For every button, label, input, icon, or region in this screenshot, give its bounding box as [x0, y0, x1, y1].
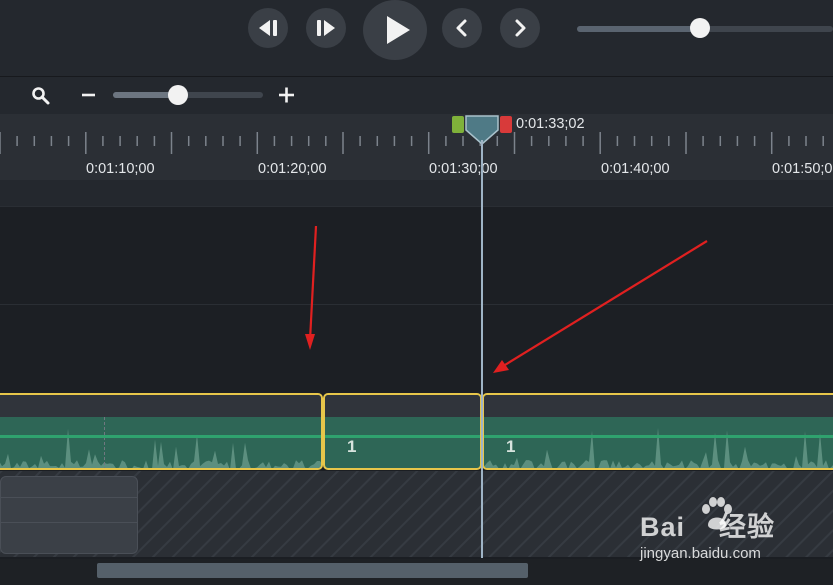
clip-label: 1	[347, 437, 357, 456]
zoom-slider-knob[interactable]	[168, 85, 188, 105]
volume-slider-fill	[577, 26, 701, 32]
clip-divider	[1, 522, 137, 523]
clip-split-marker	[104, 417, 105, 468]
clip-divider	[1, 497, 137, 498]
timeline-track-empty[interactable]	[0, 304, 833, 393]
magnifier-icon[interactable]	[30, 85, 52, 107]
ruler-tick-label: 0:01:50;0	[772, 161, 833, 177]
next-marker-button[interactable]	[500, 8, 540, 48]
watermark-brand: Bai 经验	[640, 505, 775, 544]
watermark-url: jingyan.baidu.com	[640, 545, 761, 562]
out-point-marker[interactable]	[500, 116, 512, 133]
chevron-left-icon	[456, 19, 467, 37]
ruler-tick-label: 0:01:20;00	[258, 161, 327, 177]
plus-icon[interactable]	[277, 85, 297, 105]
audio-clip[interactable]: 1	[323, 393, 482, 470]
chevron-right-icon	[515, 19, 526, 37]
minus-icon[interactable]	[80, 85, 98, 105]
ruler-tick-label: 0:01:40;00	[601, 161, 670, 177]
playhead-time: 0:01:33;02	[516, 116, 585, 132]
volume-line[interactable]	[484, 435, 833, 438]
previous-marker-button[interactable]	[442, 8, 482, 48]
scrollbar-thumb[interactable]	[97, 563, 528, 578]
track-header-band	[0, 180, 833, 206]
clip-label: 1	[506, 437, 516, 456]
ruler-tick-label: 0:01:10;00	[86, 161, 155, 177]
timeline-track-empty[interactable]	[0, 206, 833, 305]
step-back-button[interactable]	[248, 8, 288, 48]
step-forward-icon	[317, 20, 335, 36]
media-clip[interactable]	[0, 476, 138, 554]
volume-line[interactable]	[0, 435, 321, 438]
baidu-watermark: Bai 经验 jingyan.baidu.com	[640, 495, 810, 575]
audio-waveform	[484, 427, 833, 468]
watermark-brand-text: Bai	[640, 512, 686, 542]
watermark-brand-suffix: 经验	[719, 512, 776, 542]
step-back-icon	[259, 20, 277, 36]
in-point-marker[interactable]	[452, 116, 464, 133]
playhead-line	[481, 140, 483, 558]
volume-slider-knob[interactable]	[690, 18, 710, 38]
clip-header	[325, 395, 480, 417]
play-icon	[387, 16, 410, 44]
step-forward-button[interactable]	[306, 8, 346, 48]
audio-clip[interactable]	[0, 393, 323, 470]
ruler-tick-label: 0:01:30;00	[429, 161, 498, 177]
audio-clip[interactable]: 1	[482, 393, 833, 470]
play-button[interactable]	[363, 0, 427, 60]
audio-waveform	[0, 428, 321, 468]
ruler-ticks	[0, 132, 824, 154]
